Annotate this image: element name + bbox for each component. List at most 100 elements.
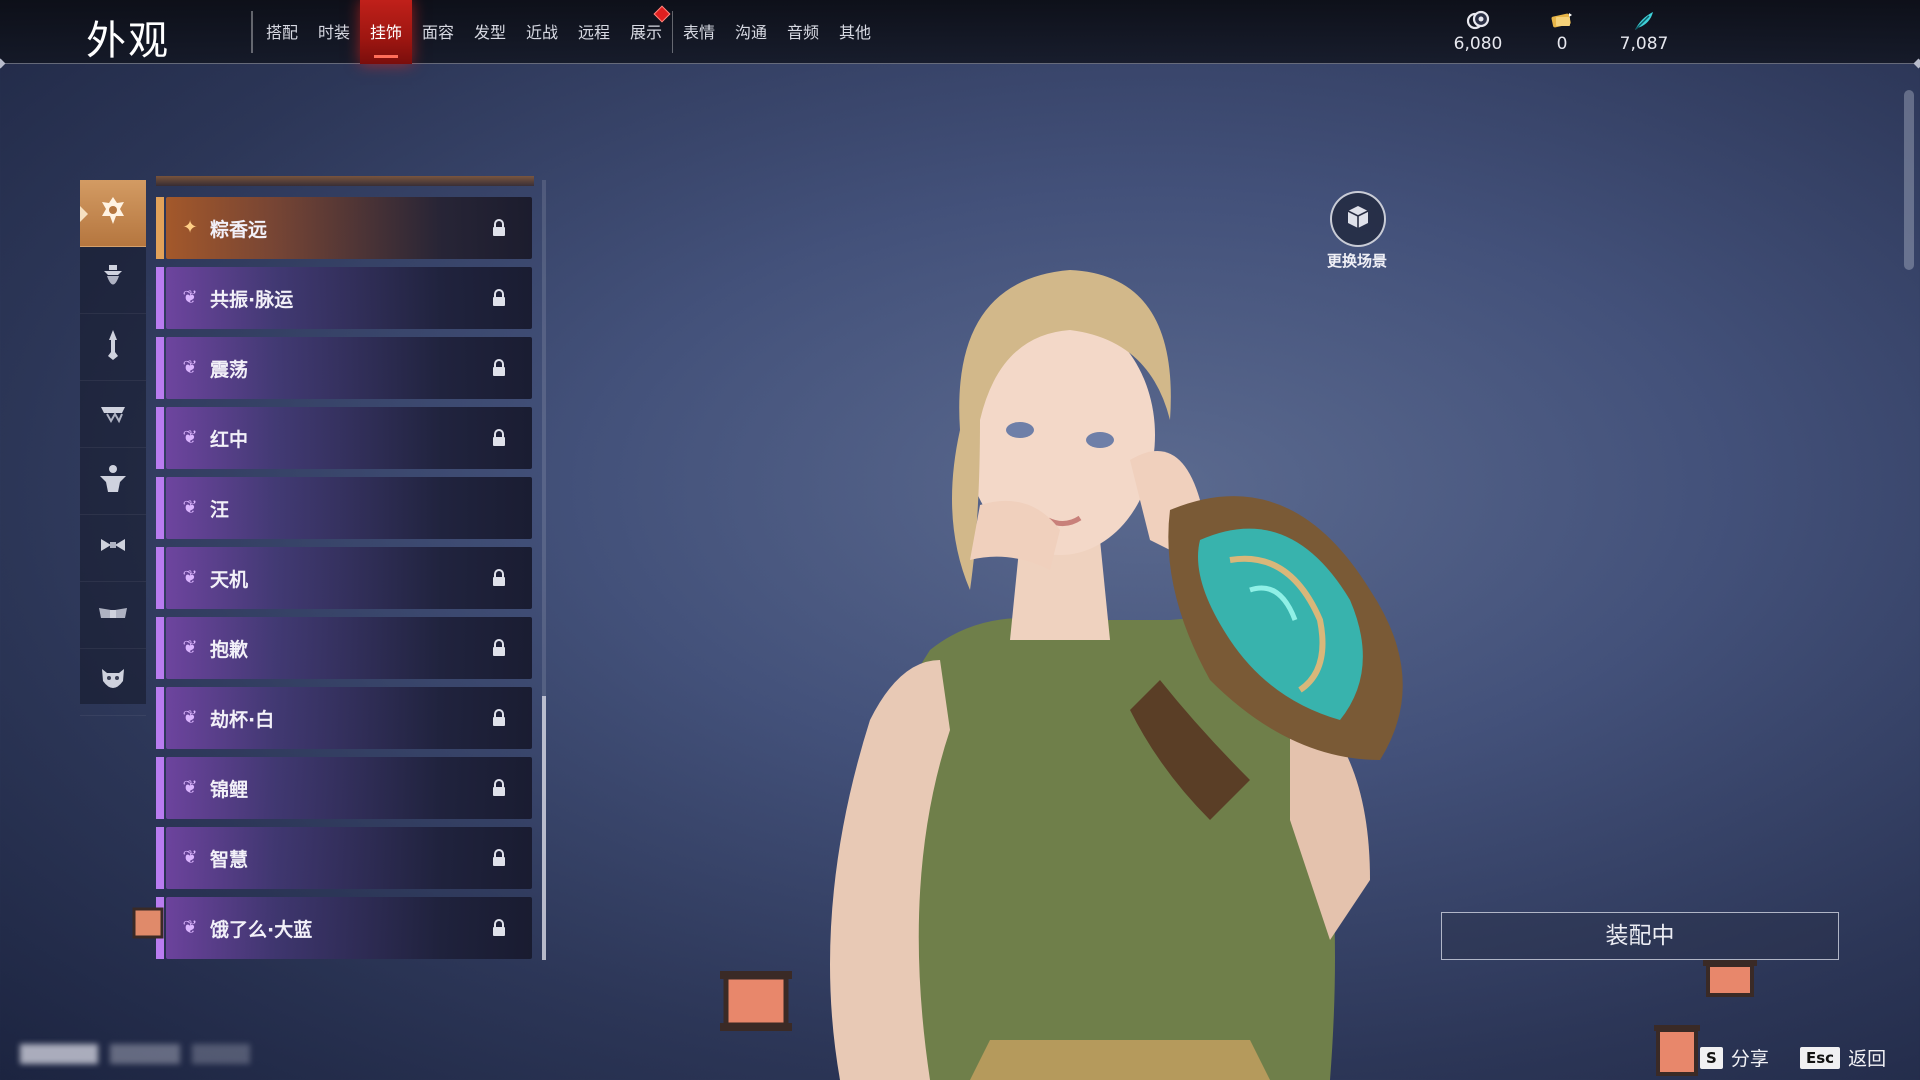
rarity-purple-icon: ❦: [182, 847, 198, 868]
rarity-bar: [156, 337, 164, 399]
share-hint[interactable]: S 分享: [1700, 1044, 1769, 1071]
rarity-bar: [156, 757, 164, 819]
tab-bar: 搭配 时装 挂饰 面容 发型 近战 远程 展示 表情 沟通 音频 其他: [256, 0, 881, 64]
right-scroll-indicator: [1904, 90, 1914, 270]
tab-melee[interactable]: 近战: [516, 0, 568, 64]
character-model: [830, 270, 1403, 1080]
change-scene-button[interactable]: [1330, 191, 1386, 247]
item-name: 天机: [210, 569, 249, 591]
category-back[interactable]: [80, 448, 146, 515]
list-item[interactable]: ❦ 震荡: [156, 337, 534, 399]
rarity-purple-icon: ❦: [182, 497, 198, 518]
bow-ornament-icon: [98, 529, 128, 567]
lock-icon: [493, 359, 505, 376]
back-ornament-icon: [96, 462, 130, 500]
lantern-decoration: [720, 971, 792, 1031]
list-item[interactable]: ❦ 汪: [156, 477, 534, 539]
back-label: 返回: [1848, 1048, 1887, 1070]
cube-scene-icon: [1345, 204, 1371, 234]
currency-coins[interactable]: 6,080: [1436, 10, 1520, 54]
rarity-bar: [156, 477, 164, 539]
list-item[interactable]: ❦ 共振·脉运: [156, 267, 534, 329]
tab-emotes[interactable]: 表情: [673, 0, 725, 64]
rarity-gold-icon: ✦: [182, 217, 198, 238]
wing-ornament-icon: [97, 596, 129, 634]
share-key: S: [1700, 1046, 1723, 1069]
currency-feathers[interactable]: 7,087: [1602, 10, 1686, 54]
tab-ornaments[interactable]: 挂饰: [360, 0, 412, 64]
item-name: 抱歉: [210, 639, 249, 661]
back-key: Esc: [1800, 1046, 1841, 1069]
lock-icon: [493, 709, 505, 726]
currency-tickets-value: 0: [1556, 34, 1568, 54]
lock-icon: [493, 779, 505, 796]
mask-ornament-icon: [98, 663, 128, 701]
share-label: 分享: [1730, 1048, 1769, 1070]
item-name: 智慧: [210, 849, 249, 871]
item-name: 红中: [210, 429, 249, 451]
back-hint[interactable]: Esc 返回: [1800, 1044, 1886, 1071]
list-scroll-thumb[interactable]: [542, 696, 546, 960]
tab-showcase-label: 展示: [629, 23, 662, 42]
tab-ranged[interactable]: 远程: [568, 0, 620, 64]
rarity-purple-icon: ❦: [182, 637, 198, 658]
rarity-bar: [156, 687, 164, 749]
lock-icon: [493, 289, 505, 306]
list-item[interactable]: ❦ 天机: [156, 547, 534, 609]
lock-icon: [493, 639, 505, 656]
list-item[interactable]: ❦ 智慧: [156, 827, 534, 889]
currency-coins-value: 6,080: [1453, 34, 1503, 54]
rarity-purple-icon: ❦: [182, 287, 198, 308]
page-title: 外观: [86, 18, 170, 64]
category-face[interactable]: [80, 247, 146, 314]
rarity-purple-icon: ❦: [182, 707, 198, 728]
tab-hairstyle[interactable]: 发型: [464, 0, 516, 64]
tab-outfit[interactable]: 搭配: [256, 0, 308, 64]
item-name: 震荡: [210, 359, 249, 381]
hand-ornament-icon: [98, 328, 128, 366]
item-name: 劫杯·白: [210, 709, 275, 731]
tab-audio[interactable]: 音频: [777, 0, 829, 64]
feather-currency-icon: [1602, 10, 1686, 32]
list-item[interactable]: ❦ 锦鲤: [156, 757, 534, 819]
category-mask[interactable]: [80, 649, 146, 716]
item-name: 共振·脉运: [210, 289, 294, 311]
active-category-marker: [80, 206, 88, 222]
lantern-decoration: [1654, 1025, 1700, 1076]
list-item[interactable]: ❦ 劫杯·白: [156, 687, 534, 749]
currency-tickets[interactable]: 0: [1520, 10, 1604, 54]
item-name: 饿了么·大蓝: [210, 919, 313, 941]
tab-other[interactable]: 其他: [829, 0, 881, 64]
lantern-decoration: [1703, 960, 1757, 997]
rarity-purple-icon: ❦: [182, 777, 198, 798]
category-bow[interactable]: [80, 515, 146, 582]
category-wing[interactable]: [80, 582, 146, 649]
tab-showcase[interactable]: 展示: [620, 0, 672, 64]
notification-dot-icon: [653, 5, 671, 23]
waist-ornament-icon: [98, 395, 128, 433]
item-name: 粽香远: [210, 219, 268, 241]
rarity-bar: [156, 547, 164, 609]
list-item[interactable]: ❦ 红中: [156, 407, 534, 469]
item-name: 锦鲤: [210, 779, 249, 801]
rarity-bar: [156, 617, 164, 679]
category-head[interactable]: [80, 180, 146, 247]
rarity-bar: [156, 407, 164, 469]
list-item[interactable]: ❦ 饿了么·大蓝: [156, 897, 534, 959]
item-name: 汪: [210, 499, 230, 521]
tab-fashion[interactable]: 时装: [308, 0, 360, 64]
lock-icon: [493, 919, 505, 936]
rarity-bar: [156, 827, 164, 889]
tab-communication[interactable]: 沟通: [725, 0, 777, 64]
rarity-purple-icon: ❦: [182, 917, 198, 938]
list-item[interactable]: ✦ 粽香远: [156, 197, 534, 259]
rarity-bar: [156, 267, 164, 329]
tab-face[interactable]: 面容: [412, 0, 464, 64]
equipped-button[interactable]: 装配中: [1441, 912, 1839, 960]
category-waist[interactable]: [80, 381, 146, 448]
category-hand[interactable]: [80, 314, 146, 381]
rarity-purple-icon: ❦: [182, 567, 198, 588]
blurred-player-id: [20, 1044, 250, 1064]
list-item[interactable]: ❦ 抱歉: [156, 617, 534, 679]
lock-icon: [493, 849, 505, 866]
